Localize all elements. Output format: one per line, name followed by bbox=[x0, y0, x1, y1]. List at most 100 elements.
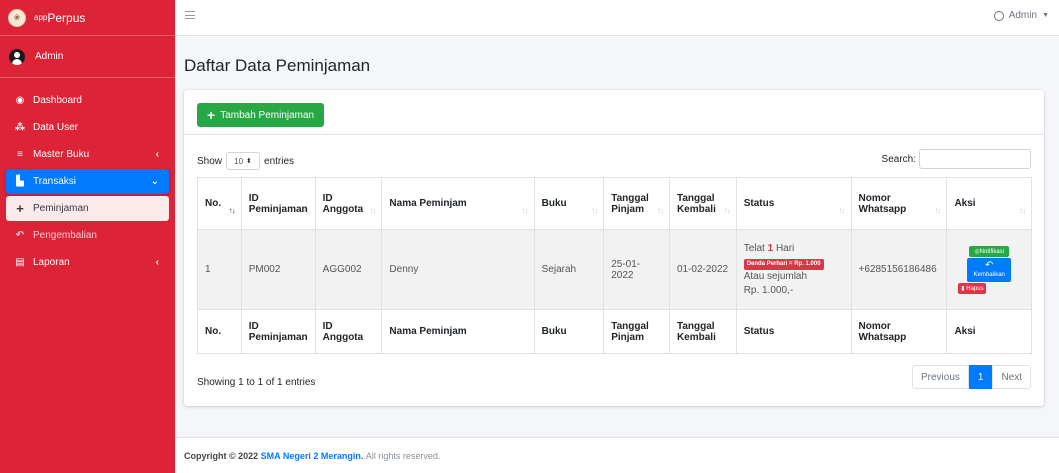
entries-label: entries bbox=[264, 155, 295, 167]
data-card: + Tambah Peminjaman Show 10 ⬍ entries Se… bbox=[184, 90, 1044, 406]
user-name: Admin bbox=[35, 51, 64, 62]
denda-badge: Denda Perhari = Rp. 1.000 bbox=[743, 258, 824, 270]
footer: Copyright © 2022 SMA Negeri 2 Merangin. … bbox=[175, 437, 1059, 473]
previous-page-button[interactable]: Previous bbox=[911, 365, 969, 389]
cell-id-peminjaman: PM002 bbox=[240, 229, 316, 310]
footer-header: Nama Peminjam bbox=[381, 309, 535, 354]
menu-icon[interactable] bbox=[185, 11, 195, 19]
column-header[interactable]: Tanggal Kembali ↑↓ bbox=[668, 177, 737, 230]
cell-status: Telat 1 Hari Denda Perhari = Rp. 1.000 A… bbox=[735, 229, 852, 310]
sort-icon: ↑↓ bbox=[591, 206, 598, 215]
database-icon: ≡ bbox=[17, 149, 23, 160]
add-peminjaman-button[interactable]: + Tambah Peminjaman bbox=[197, 103, 325, 127]
brand-name: appPerpus bbox=[34, 10, 86, 25]
sidebar-item-peminjaman[interactable]: + Peminjaman bbox=[6, 196, 169, 221]
column-header[interactable]: Tanggal Pinjam ↑↓ bbox=[603, 177, 670, 230]
footer-header: Tanggal Kembali bbox=[668, 309, 737, 354]
cell-nama: Denny bbox=[381, 229, 535, 310]
cell-id-anggota: AGG002 bbox=[314, 229, 383, 310]
sort-icon: ↑↓ bbox=[369, 206, 376, 215]
show-label: Show bbox=[197, 155, 223, 167]
plus-icon: + bbox=[16, 201, 24, 216]
sidebar-nav: ◉ Dashboard ⁂ Data User ≡ Master Buku ‹ … bbox=[0, 88, 175, 275]
column-header[interactable]: No. ↑↓ bbox=[197, 177, 242, 230]
sidebar-item-laporan[interactable]: ▤ Laporan ‹ bbox=[6, 250, 169, 275]
tachometer-icon: ◉ bbox=[15, 95, 25, 106]
page-title: Daftar Data Peminjaman bbox=[184, 56, 371, 75]
footer-header: ID Peminjaman bbox=[240, 309, 316, 354]
school-link[interactable]: SMA Negeri 2 Merangin. bbox=[261, 451, 364, 461]
table-footer-row: No. ID Peminjaman ID Anggota Nama Peminj… bbox=[197, 309, 1032, 354]
entries-select[interactable]: 10 ⬍ bbox=[226, 152, 261, 170]
footer-header: Nomor Whatsapp bbox=[850, 309, 948, 354]
column-header[interactable]: Status ↑↓ bbox=[735, 177, 852, 230]
footer-header: Status bbox=[735, 309, 852, 354]
brand[interactable]: ❀ appPerpus bbox=[0, 0, 175, 36]
user-circle-icon bbox=[993, 10, 1004, 21]
footer-header: Buku bbox=[533, 309, 605, 354]
sort-icon: ↑↓ bbox=[838, 206, 846, 215]
cell-no: 1 bbox=[197, 229, 242, 310]
sidebar-item-dashboard[interactable]: ◉ Dashboard bbox=[6, 88, 169, 113]
status-telat: Telat 1 Hari bbox=[743, 242, 795, 254]
search-control: Search: bbox=[882, 149, 1031, 169]
column-header[interactable]: Nomor Whatsapp ↑↓ bbox=[850, 177, 948, 230]
sidebar-item-master-buku[interactable]: ≡ Master Buku ‹ bbox=[6, 142, 169, 167]
sort-asc-icon: ↑↓ bbox=[228, 206, 236, 215]
column-header[interactable]: ID Peminjaman ↑↓ bbox=[240, 177, 316, 230]
table-info: Showing 1 to 1 of 1 entries bbox=[197, 377, 316, 388]
search-label: Search: bbox=[881, 153, 916, 165]
chevron-down-icon: ⌄ bbox=[150, 176, 159, 187]
user-dropdown[interactable]: Admin ▼ bbox=[993, 10, 1049, 21]
column-header[interactable]: ID Anggota ↑↓ bbox=[314, 177, 383, 230]
entries-value: 10 bbox=[234, 156, 244, 166]
kembalikan-button[interactable]: ↶ Kembalikan bbox=[967, 257, 1012, 282]
sort-icon: ↑↓ bbox=[723, 206, 731, 215]
logo-icon: ❀ bbox=[8, 8, 26, 27]
users-icon: ⁂ bbox=[14, 122, 26, 133]
column-header[interactable]: Nama Peminjam ↑↓ bbox=[381, 177, 535, 230]
cell-tgl-pinjam: 25-01-2022 bbox=[603, 229, 670, 310]
search-input[interactable] bbox=[919, 149, 1031, 169]
file-icon: ▤ bbox=[15, 257, 25, 268]
peminjaman-table: No. ↑↓ ID Peminjaman ↑↓ ID Anggota ↑↓ Nama … bbox=[197, 177, 1032, 354]
chevron-left-icon: ‹ bbox=[155, 149, 159, 160]
top-navbar: Admin ▼ bbox=[175, 0, 1059, 36]
status-line: Atau sejumlah bbox=[743, 270, 808, 282]
column-header[interactable]: Buku ↑↓ bbox=[533, 177, 605, 230]
footer-header: No. bbox=[197, 309, 242, 354]
sidebar-item-label: Peminjaman bbox=[33, 203, 89, 214]
sidebar-item-label: Transaksi bbox=[33, 176, 76, 187]
user-dropdown-label: Admin bbox=[1008, 10, 1038, 21]
sort-icon: ↑↓ bbox=[656, 206, 664, 215]
next-page-button[interactable]: Next bbox=[992, 365, 1031, 389]
notifikasi-button[interactable]: ◎Notifikasi bbox=[969, 245, 1010, 257]
sidebar-item-data-user[interactable]: ⁂ Data User bbox=[6, 115, 169, 140]
page-1-button[interactable]: 1 bbox=[968, 365, 993, 389]
sidebar-item-label: Data User bbox=[33, 122, 79, 133]
footer-header: Aksi bbox=[946, 309, 1032, 354]
footer-header: Tanggal Pinjam bbox=[603, 309, 670, 354]
chevron-left-icon: ‹ bbox=[155, 257, 159, 268]
avatar bbox=[9, 48, 25, 65]
sidebar: ❀ appPerpus Admin ◉ Dashboard ⁂ Data Use… bbox=[0, 0, 175, 473]
footer-header: ID Anggota bbox=[314, 309, 383, 354]
plus-icon: + bbox=[207, 107, 216, 123]
sidebar-item-label: Dashboard bbox=[33, 95, 82, 106]
sidebar-item-transaksi[interactable]: ▙ Transaksi ⌄ bbox=[6, 169, 169, 194]
sort-icon: ↑↓ bbox=[521, 206, 529, 215]
column-header[interactable]: Aksi ↑↓ bbox=[946, 177, 1032, 230]
caret-down-icon: ▼ bbox=[1042, 12, 1049, 19]
undo-icon: ↶ bbox=[985, 259, 994, 271]
cell-buku: Sejarah bbox=[533, 229, 605, 310]
sort-icon: ↑↓ bbox=[1019, 206, 1026, 215]
trash-icon: ▮ bbox=[961, 285, 965, 292]
chart-area-icon: ▙ bbox=[16, 176, 24, 187]
card-header: + Tambah Peminjaman bbox=[184, 90, 1044, 135]
hapus-button[interactable]: ▮ Hapus bbox=[958, 282, 987, 294]
sort-icon: ↑↓ bbox=[934, 206, 941, 215]
user-panel[interactable]: Admin bbox=[0, 36, 175, 78]
sidebar-item-pengembalian[interactable]: ↶ Pengembalian bbox=[6, 223, 169, 248]
add-button-label: Tambah Peminjaman bbox=[220, 109, 315, 121]
cell-tgl-kembali: 01-02-2022 bbox=[668, 229, 737, 310]
